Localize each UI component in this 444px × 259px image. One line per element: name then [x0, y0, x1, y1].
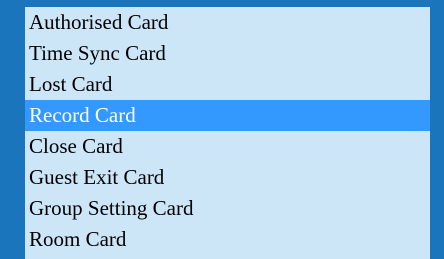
list-option-room-card[interactable]: Room Card — [25, 224, 430, 255]
list-option-guest-exit-card[interactable]: Guest Exit Card — [25, 162, 430, 193]
list-option-group-setting-card[interactable]: Group Setting Card — [25, 193, 430, 224]
list-option-time-sync-card[interactable]: Time Sync Card — [25, 38, 430, 69]
list-option-lost-card[interactable]: Lost Card — [25, 69, 430, 100]
card-type-listbox[interactable]: Authorised Card Time Sync Card Lost Card… — [25, 7, 430, 259]
list-option-close-card[interactable]: Close Card — [25, 131, 430, 162]
list-option-authorised-card[interactable]: Authorised Card — [25, 7, 430, 38]
list-option-record-card[interactable]: Record Card — [25, 100, 430, 131]
